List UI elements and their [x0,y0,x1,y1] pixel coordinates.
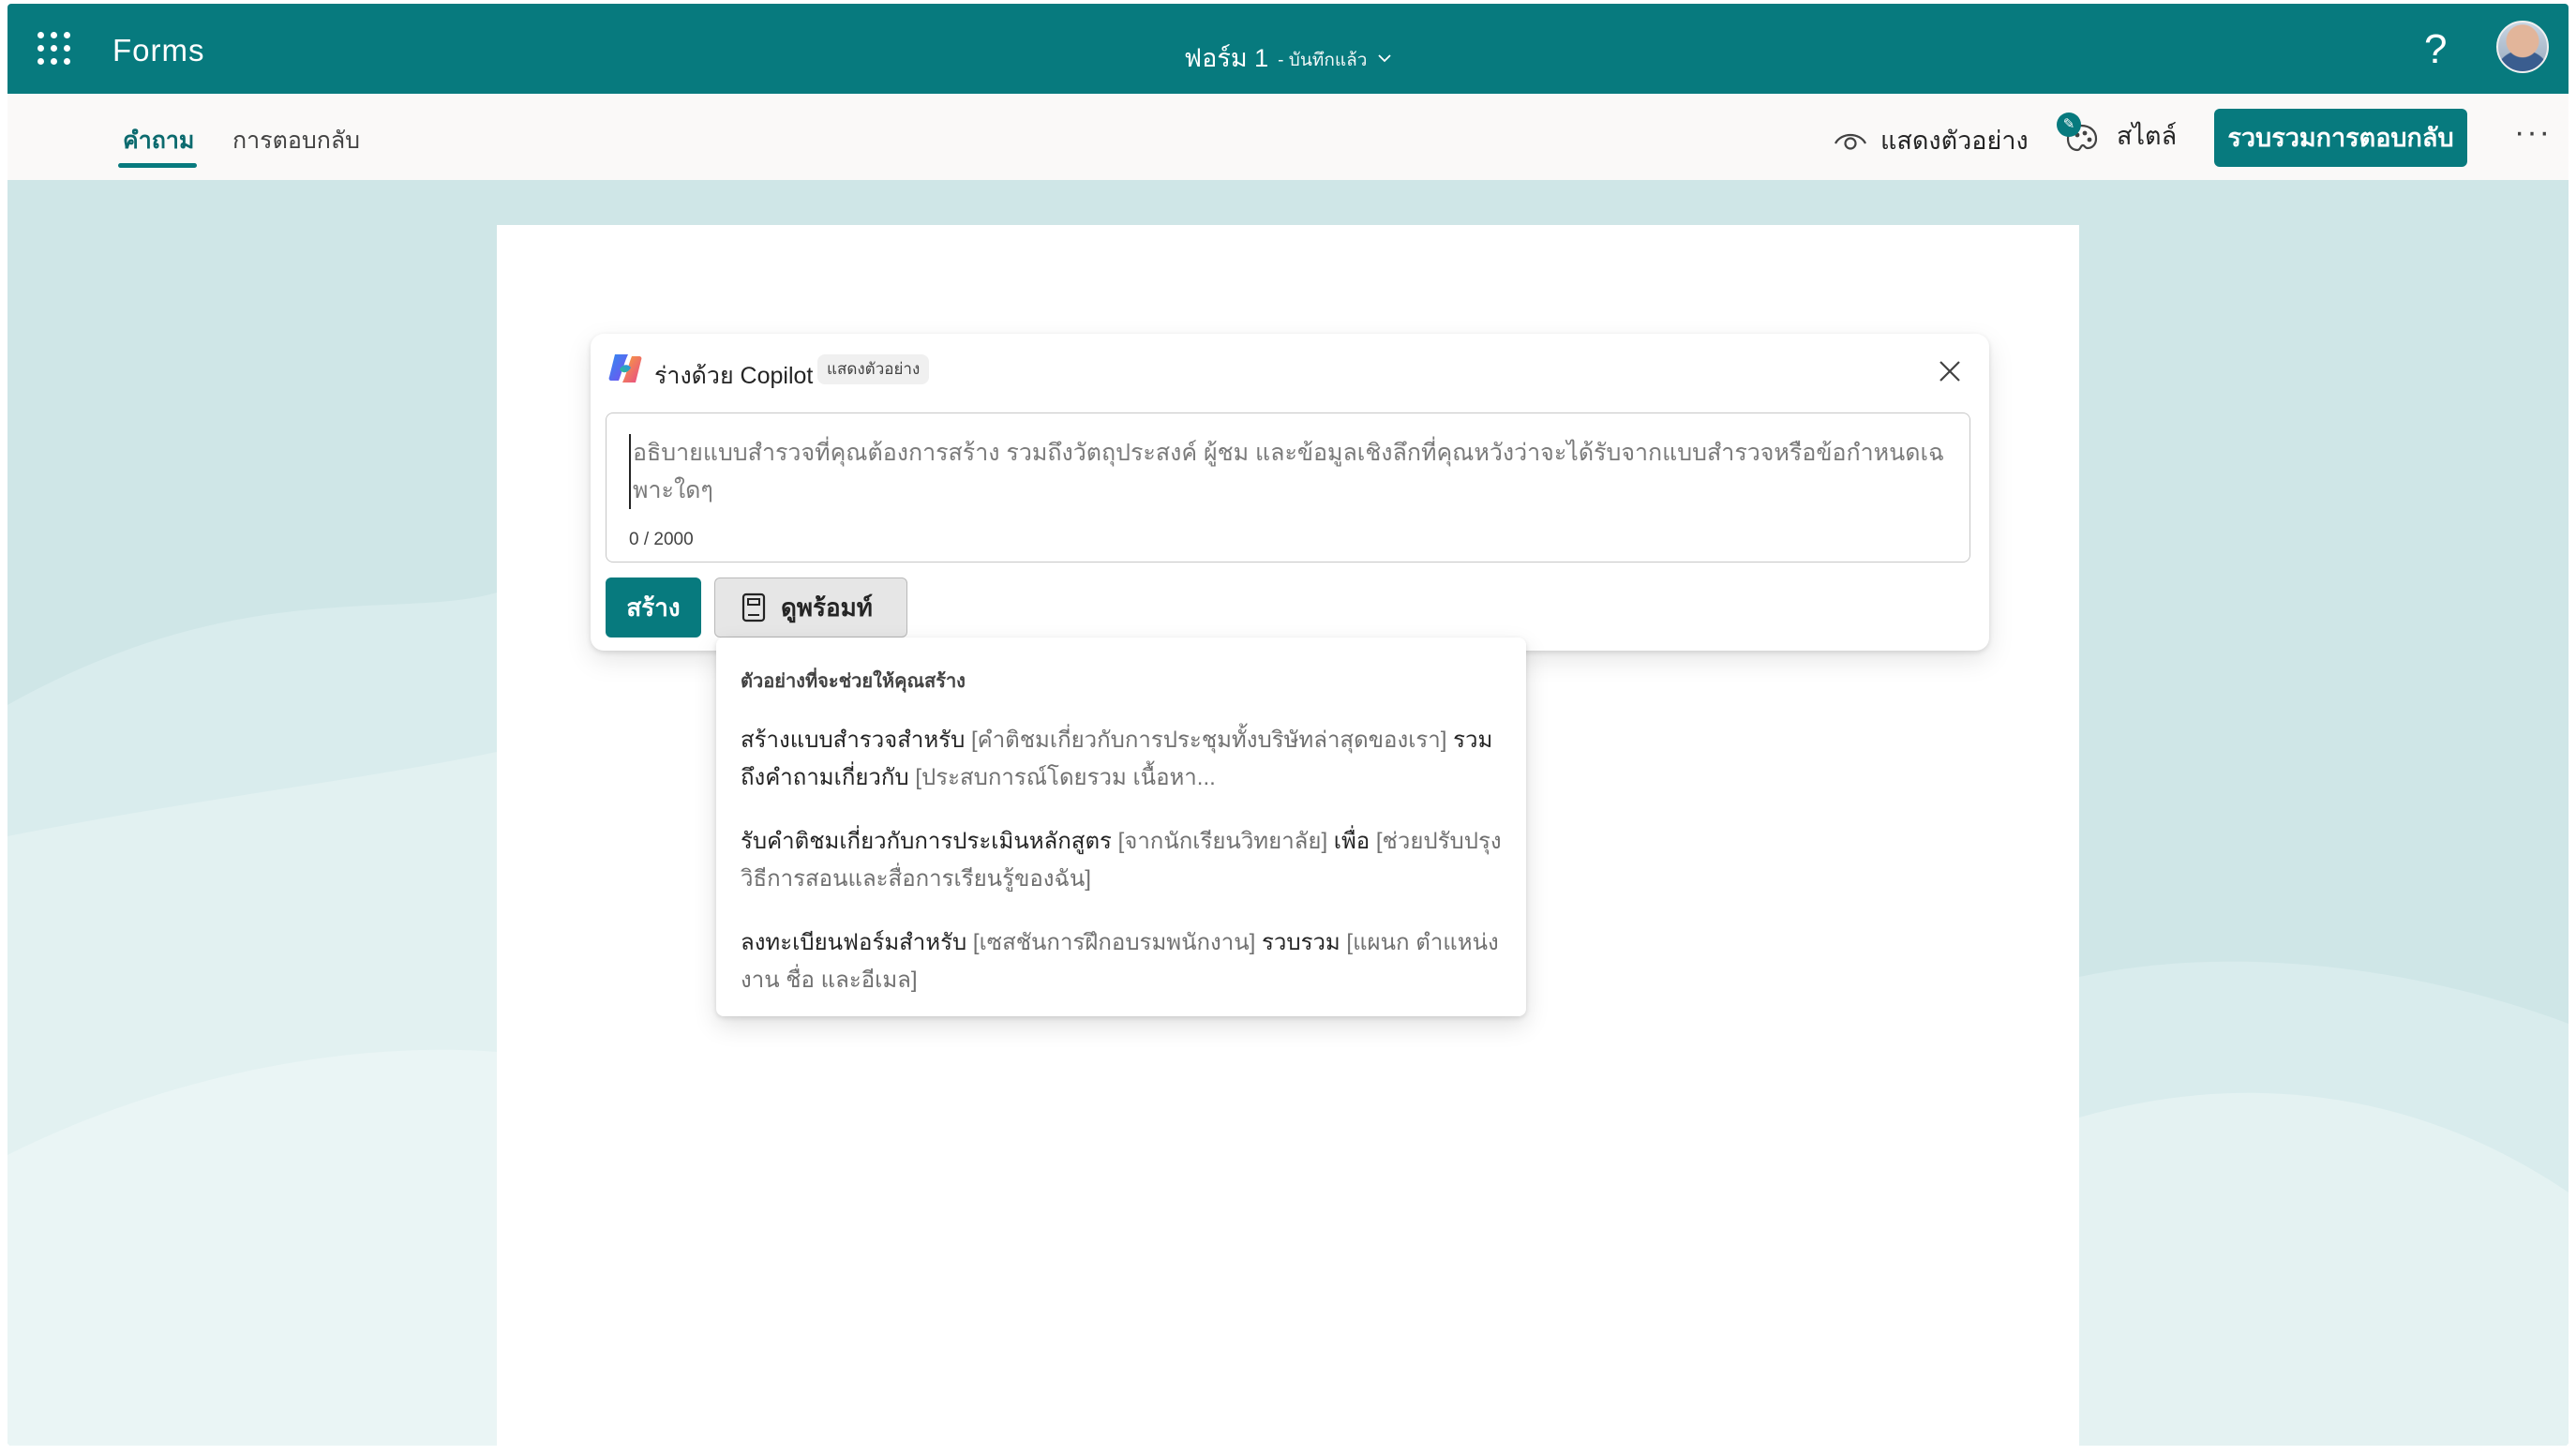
chevron-down-icon [1378,53,1392,62]
form-title: ฟอร์ม 1 [1184,44,1269,72]
character-count: 0 / 2000 [629,530,694,549]
style-label: สไตล์ [2117,121,2178,150]
view-prompts-label: ดูพร้อมท์ [781,592,873,622]
prompt-placeholder: อธิบายแบบสำรวจที่คุณต้องการสร้าง รวมถึงว… [629,434,1945,509]
preview-button[interactable]: แสดงตัวอย่าง [1834,120,2029,160]
tab-responses[interactable]: การตอบกลับ [232,122,360,159]
preview-label: แสดงตัวอย่าง [1880,127,2029,155]
command-bar: คำถาม การตอบกลับ แสดงตัวอย่าง ✎ สไตล์ รว… [7,94,2569,181]
suggestion-item[interactable]: สร้างแบบสำรวจสำหรับ [คำติชมเกี่ยวกับการป… [741,722,1509,797]
app-launcher-icon[interactable] [37,32,71,66]
style-button[interactable]: ✎ สไตล์ [2057,112,2177,158]
menu-heading: ตัวอย่างที่จะช่วยให้คุณสร้าง [741,671,966,692]
close-icon[interactable] [1937,358,1963,384]
view-prompts-button[interactable]: ดูพร้อมท์ [714,578,907,638]
suggestion-item[interactable]: ลงทะเบียนฟอร์มสำหรับ [เซสชันการฝึกอบรมพน… [741,924,1509,999]
active-tab-indicator [118,163,197,168]
forms-window: Forms ฟอร์ม 1 - บันทึกแล้ว ? คำถาม การตอ… [7,4,2569,1446]
app-header: Forms ฟอร์ม 1 - บันทึกแล้ว ? [7,4,2569,94]
more-options-icon[interactable]: ··· [2514,114,2552,151]
copilot-prompt-input[interactable]: อธิบายแบบสำรวจที่คุณต้องการสร้าง รวมถึงว… [606,412,1970,562]
app-name[interactable]: Forms [112,33,205,68]
tab-questions[interactable]: คำถาม [123,122,194,159]
help-button[interactable]: ? [2424,26,2447,73]
copilot-title: ร่างด้วย Copilot [654,363,814,389]
style-indicator-icon: ✎ [2057,112,2081,137]
prompt-suggestions-menu: ตัวอย่างที่จะช่วยให้คุณสร้าง สร้างแบบสำร… [716,638,1526,1016]
suggestion-item[interactable]: รับคำติชมเกี่ยวกับการประเมินหลักสูตร [จา… [741,823,1509,898]
prompt-book-icon [741,592,766,622]
create-button[interactable]: สร้าง [606,578,701,638]
collect-responses-button[interactable]: รวบรวมการตอบกลับ [2214,109,2467,167]
eye-icon [1835,133,1866,150]
avatar[interactable] [2496,21,2549,73]
palette-icon: ✎ [2057,112,2102,158]
copilot-draft-card: ร่างด้วย Copilot แสดงตัวอย่าง อธิบายแบบส… [591,334,1989,651]
form-title-menu[interactable]: ฟอร์ม 1 - บันทึกแล้ว [1184,38,1393,78]
save-status: - บันทึกแล้ว [1278,50,1368,70]
preview-badge: แสดงตัวอย่าง [817,354,930,384]
copilot-logo-icon [608,354,642,382]
